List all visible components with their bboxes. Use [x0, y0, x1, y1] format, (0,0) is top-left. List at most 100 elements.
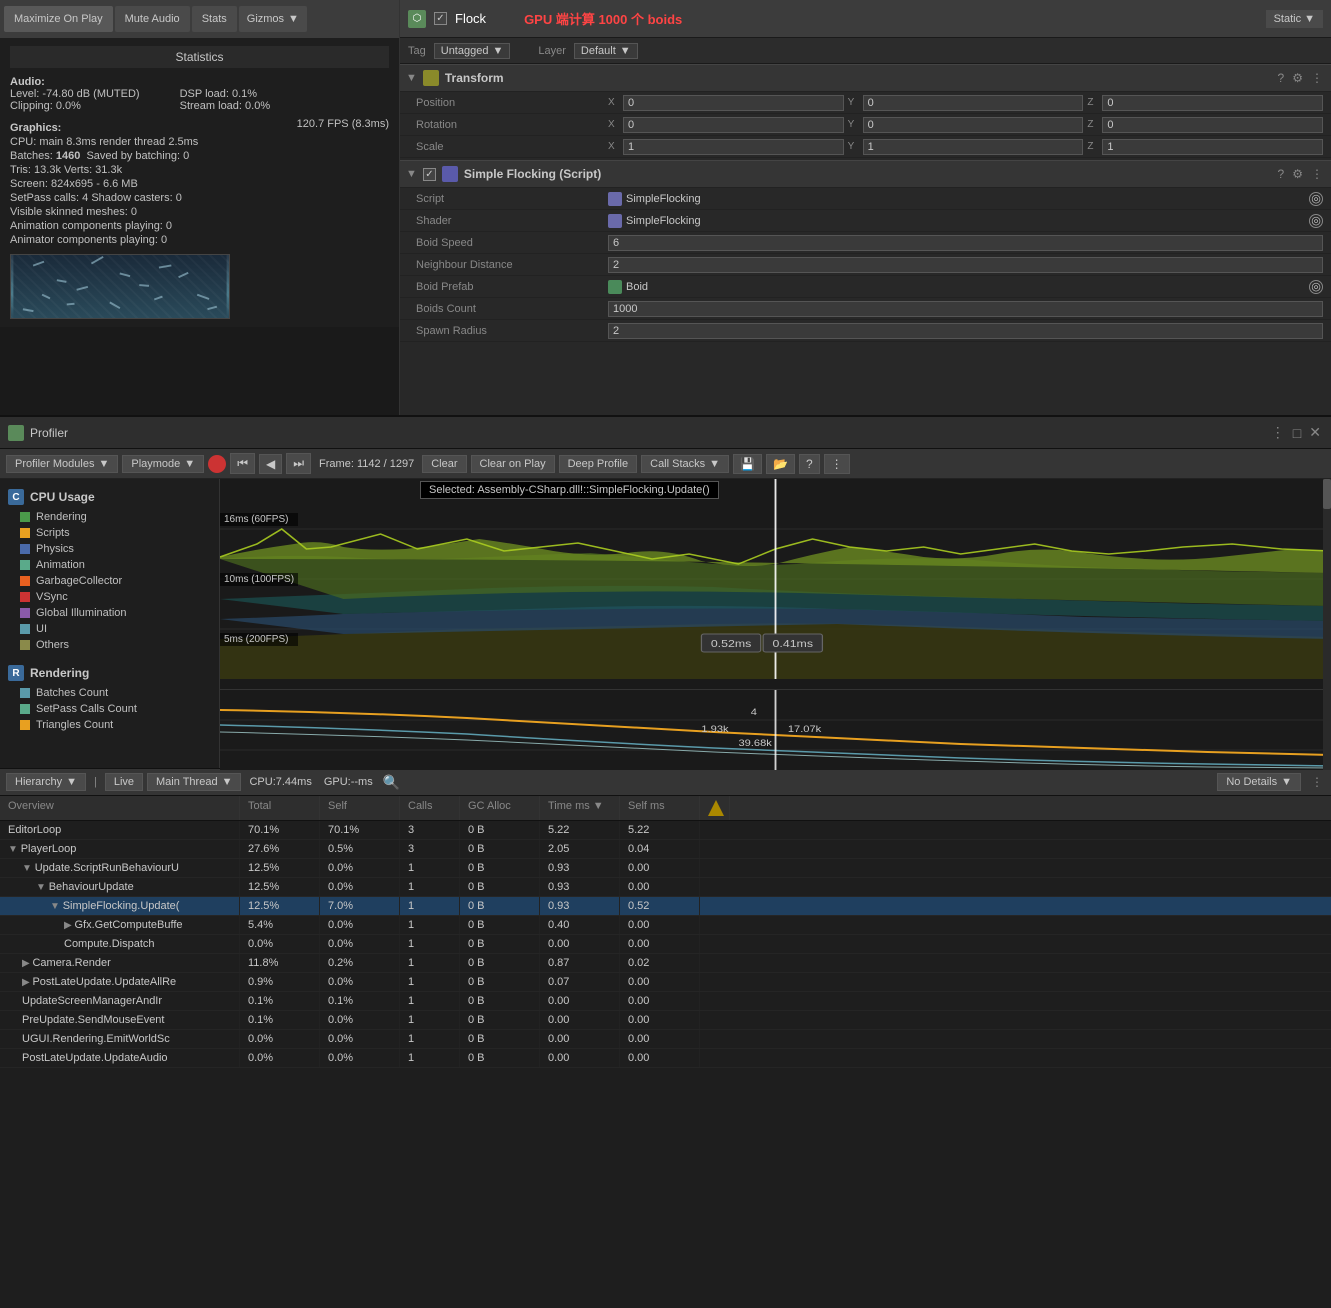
position-z-input[interactable] — [1102, 95, 1323, 111]
transform-help-button[interactable]: ? — [1276, 71, 1287, 85]
profiler-titlebar: Profiler ⋮ □ ✕ — [0, 417, 1331, 449]
table-row[interactable]: ▶ Gfx.GetComputeBuffe 5.4% 0.0% 1 0 B 0.… — [0, 916, 1331, 935]
col-overview[interactable]: Overview — [0, 796, 240, 820]
table-row[interactable]: PreUpdate.SendMouseEvent 0.1% 0.0% 1 0 B… — [0, 1011, 1331, 1030]
script-menu-button[interactable]: ⋮ — [1309, 167, 1325, 181]
shader-target-icon[interactable]: ◎ — [1309, 214, 1323, 228]
col-selfms[interactable]: Self ms — [620, 796, 700, 820]
script-settings-button[interactable]: ⚙ — [1290, 167, 1305, 181]
legend-item-physics[interactable]: Physics — [0, 541, 219, 557]
table-row[interactable]: UGUI.Rendering.EmitWorldSc 0.0% 0.0% 1 0… — [0, 1030, 1331, 1049]
rendering-legend-item-triangles-count[interactable]: Triangles Count — [0, 717, 219, 733]
scale-z-input[interactable] — [1102, 139, 1323, 155]
position-y-input[interactable] — [863, 95, 1084, 111]
legend-item-vsync[interactable]: VSync — [0, 589, 219, 605]
active-checkbox[interactable] — [434, 12, 447, 25]
profiler-modules-button[interactable]: Profiler Modules ▼ — [6, 455, 118, 473]
table-row[interactable]: ▼ SimpleFlocking.Update( 12.5% 7.0% 1 0 … — [0, 897, 1331, 916]
table-row[interactable]: PostLateUpdate.UpdateAudio 0.0% 0.0% 1 0… — [0, 1049, 1331, 1068]
table-row[interactable]: Compute.Dispatch 0.0% 0.0% 1 0 B 0.00 0.… — [0, 935, 1331, 954]
hierarchy-more-button[interactable]: ⋮ — [1309, 775, 1325, 789]
table-row[interactable]: ▼ PlayerLoop 27.6% 0.5% 3 0 B 2.05 0.04 — [0, 840, 1331, 859]
profiler-save-button[interactable]: 💾 — [733, 454, 762, 474]
profiler-menu-button[interactable]: ⋮ — [1269, 424, 1287, 441]
profiler-chart-area[interactable]: Selected: Assembly-CSharp.dll!::SimpleFl… — [220, 479, 1331, 770]
skip-back-button[interactable]: ⏮ — [230, 453, 255, 474]
transform-menu-button[interactable]: ⋮ — [1309, 71, 1325, 85]
script-active-checkbox[interactable] — [423, 168, 436, 181]
profiler-help-button[interactable]: ? — [799, 454, 820, 474]
spawn-radius-label: Spawn Radius — [408, 325, 608, 337]
static-button[interactable]: Static ▼ — [1266, 10, 1323, 28]
playmode-button[interactable]: Playmode ▼ — [122, 455, 204, 473]
maximize-on-play-button[interactable]: Maximize On Play — [4, 6, 113, 32]
table-row[interactable]: UpdateScreenManagerAndIr 0.1% 0.1% 1 0 B… — [0, 992, 1331, 1011]
deep-profile-button[interactable]: Deep Profile — [559, 455, 638, 473]
scale-x-input[interactable] — [623, 139, 844, 155]
chart-scrollbar[interactable] — [1323, 479, 1331, 770]
col-total[interactable]: Total — [240, 796, 320, 820]
table-row[interactable]: ▼ Update.ScriptRunBehaviourU 12.5% 0.0% … — [0, 859, 1331, 878]
search-button[interactable]: 🔍 — [381, 774, 402, 791]
rotation-x-input[interactable] — [623, 117, 844, 133]
profiler-load-button[interactable]: 📂 — [766, 454, 795, 474]
spawn-radius-input[interactable] — [608, 323, 1323, 339]
profiler-table[interactable]: Overview Total Self Calls GC Alloc Time … — [0, 796, 1331, 1308]
table-row[interactable]: ▼ BehaviourUpdate 12.5% 0.0% 1 0 B 0.93 … — [0, 878, 1331, 897]
profiler-main: C CPU Usage Rendering Scripts Physics An… — [0, 479, 1331, 770]
step-forward-button[interactable]: ⏭ — [286, 453, 311, 474]
legend-item-scripts[interactable]: Scripts — [0, 525, 219, 541]
cpu-chart[interactable]: 0.52ms 0.41ms 16ms (60FPS) 10ms (100FPS)… — [220, 479, 1331, 689]
legend-item-global-illumination[interactable]: Global Illumination — [0, 605, 219, 621]
script-header[interactable]: ▼ Simple Flocking (Script) ? ⚙ ⋮ — [400, 160, 1331, 188]
profiler-min-button[interactable]: □ — [1291, 424, 1303, 441]
boids-count-input[interactable] — [608, 301, 1323, 317]
position-x-input[interactable] — [623, 95, 844, 111]
scrollbar-thumb[interactable] — [1323, 479, 1331, 509]
legend-item-ui[interactable]: UI — [0, 621, 219, 637]
transform-header[interactable]: ▼ Transform ? ⚙ ⋮ — [400, 64, 1331, 92]
clear-on-play-button[interactable]: Clear on Play — [471, 455, 555, 473]
clear-button[interactable]: Clear — [422, 455, 466, 473]
row-overview: ▼ BehaviourUpdate — [0, 878, 240, 896]
table-row[interactable]: ▶ PostLateUpdate.UpdateAllRe 0.9% 0.0% 1… — [0, 973, 1331, 992]
col-gc[interactable]: GC Alloc — [460, 796, 540, 820]
rotation-y-input[interactable] — [863, 117, 1084, 133]
stats-button[interactable]: Stats — [192, 6, 237, 32]
tag-dropdown[interactable]: Untagged ▼ — [434, 43, 511, 59]
legend-item-animation[interactable]: Animation — [0, 557, 219, 573]
gizmos-button[interactable]: Gizmos ▼ — [239, 6, 307, 32]
neighbour-distance-input[interactable] — [608, 257, 1323, 273]
cpu-chart-svg: 0.52ms 0.41ms — [220, 479, 1331, 679]
hierarchy-dropdown[interactable]: Hierarchy ▼ — [6, 773, 86, 791]
no-details-button[interactable]: No Details ▼ — [1217, 773, 1301, 791]
col-timems[interactable]: Time ms ▼ — [540, 796, 620, 820]
call-stacks-button[interactable]: Call Stacks ▼ — [641, 455, 729, 473]
table-row[interactable]: ▶ Camera.Render 11.8% 0.2% 1 0 B 0.87 0.… — [0, 954, 1331, 973]
step-back-button[interactable]: ◀ — [259, 454, 282, 474]
transform-settings-button[interactable]: ⚙ — [1290, 71, 1305, 85]
record-button[interactable] — [208, 455, 226, 473]
rendering-chart[interactable]: 4 1.93k 17.07k 39.68k — [220, 689, 1331, 770]
profiler-more-button[interactable]: ⋮ — [824, 454, 850, 474]
rotation-z-input[interactable] — [1102, 117, 1323, 133]
toolbar: Maximize On Play Mute Audio Stats Gizmos… — [0, 0, 399, 38]
thread-dropdown[interactable]: Main Thread ▼ — [147, 773, 241, 791]
profiler-close-button[interactable]: ✕ — [1307, 424, 1323, 441]
col-calls[interactable]: Calls — [400, 796, 460, 820]
live-button[interactable]: Live — [105, 773, 143, 791]
script-target-icon[interactable]: ◎ — [1309, 192, 1323, 206]
layer-dropdown[interactable]: Default ▼ — [574, 43, 638, 59]
legend-item-garbagecollector[interactable]: GarbageCollector — [0, 573, 219, 589]
script-help-button[interactable]: ? — [1276, 167, 1287, 181]
legend-item-rendering[interactable]: Rendering — [0, 509, 219, 525]
mute-audio-button[interactable]: Mute Audio — [115, 6, 190, 32]
rendering-legend-item-batches-count[interactable]: Batches Count — [0, 685, 219, 701]
rendering-legend-item-setpass-calls-count[interactable]: SetPass Calls Count — [0, 701, 219, 717]
legend-item-others[interactable]: Others — [0, 637, 219, 653]
boid-speed-input[interactable] — [608, 235, 1323, 251]
col-self[interactable]: Self — [320, 796, 400, 820]
boid-prefab-target-icon[interactable]: ◎ — [1309, 280, 1323, 294]
scale-y-input[interactable] — [863, 139, 1084, 155]
table-row[interactable]: EditorLoop 70.1% 70.1% 3 0 B 5.22 5.22 — [0, 821, 1331, 840]
